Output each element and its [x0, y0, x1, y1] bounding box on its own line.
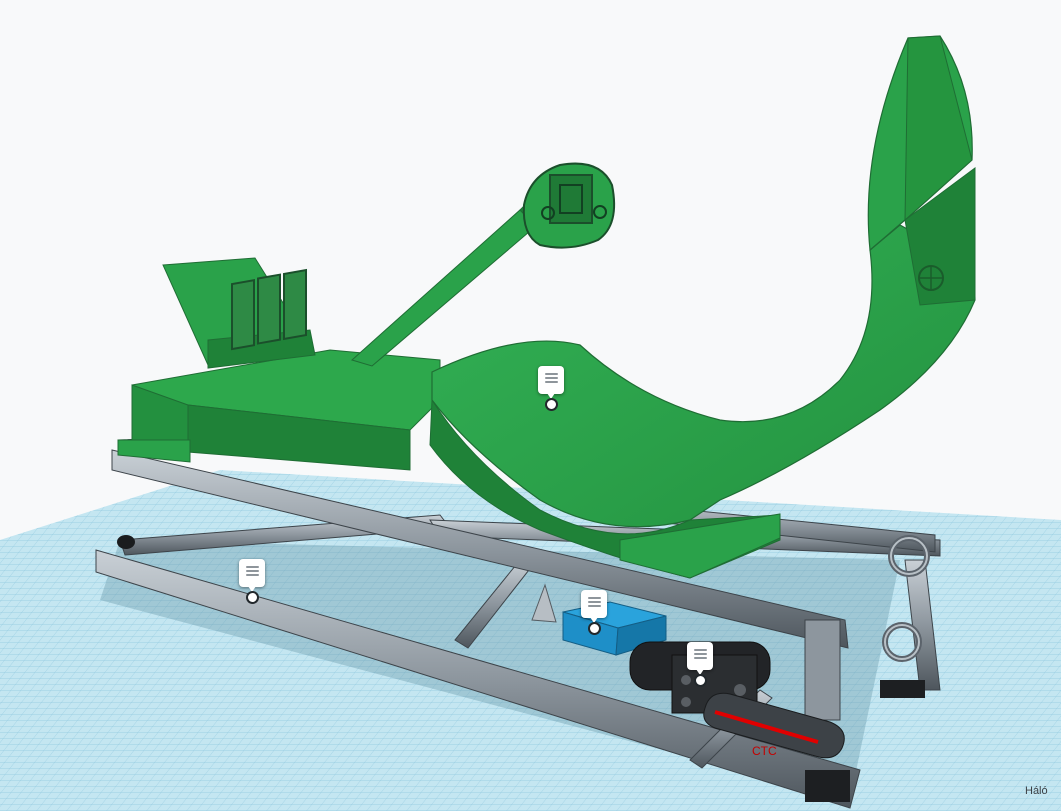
note-bubble[interactable] [538, 366, 564, 399]
note-pin-frame[interactable] [237, 559, 267, 604]
grid-unit-label[interactable]: Háló [1025, 785, 1057, 797]
note-anchor-dot[interactable] [694, 674, 707, 687]
note-anchor-dot[interactable] [545, 398, 558, 411]
note-lines-icon [588, 597, 601, 610]
note-bubble[interactable] [687, 642, 713, 675]
note-anchor-dot[interactable] [246, 591, 259, 604]
note-bubble[interactable] [239, 559, 265, 592]
note-lines-icon [694, 649, 707, 662]
workplane-scene[interactable] [0, 0, 1061, 811]
note-anchor-dot[interactable] [588, 622, 601, 635]
ctc-dimension-label: CTC [752, 744, 777, 758]
note-lines-icon [246, 566, 259, 579]
3d-viewport[interactable]: CTC Háló [0, 0, 1061, 811]
note-pin-seat[interactable] [536, 366, 566, 411]
note-lines-icon [545, 373, 558, 386]
steering-assembly[interactable] [351, 162, 616, 367]
note-pin-block[interactable] [579, 590, 609, 635]
note-bubble[interactable] [581, 590, 607, 623]
pedal-assembly[interactable] [162, 257, 316, 369]
note-pin-motor[interactable] [685, 642, 715, 687]
